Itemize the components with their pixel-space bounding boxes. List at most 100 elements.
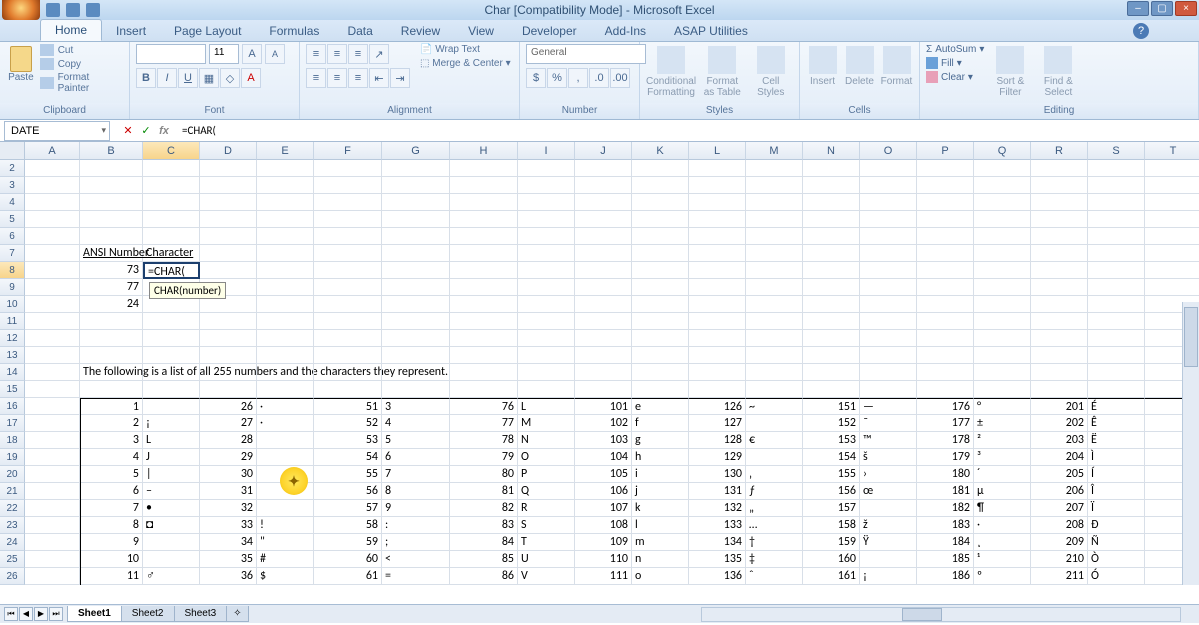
cell-C18[interactable]: L (143, 432, 200, 449)
cell-I2[interactable] (518, 160, 575, 177)
row-head-20[interactable]: 20 (0, 466, 25, 483)
cell-I9[interactable] (518, 279, 575, 296)
cell-E14[interactable] (257, 364, 314, 381)
cell-O24[interactable]: Ÿ (860, 534, 917, 551)
insert-cells-button[interactable]: Insert (806, 44, 839, 87)
cell-S19[interactable]: Ì (1088, 449, 1145, 466)
cell-B22[interactable]: 7 (80, 500, 143, 517)
cell-Q4[interactable] (974, 194, 1031, 211)
cell-S10[interactable] (1088, 296, 1145, 313)
cell-B12[interactable] (80, 330, 143, 347)
cell-L18[interactable]: 128 (689, 432, 746, 449)
cell-G13[interactable] (382, 347, 450, 364)
cell-K8[interactable] (632, 262, 689, 279)
cell-N15[interactable] (803, 381, 860, 398)
align-mid-icon[interactable]: ≡ (327, 44, 347, 64)
cell-F11[interactable] (314, 313, 382, 330)
cell-C8[interactable]: =CHAR( (143, 262, 200, 279)
cell-C21[interactable]: – (143, 483, 200, 500)
cell-I22[interactable]: R (518, 500, 575, 517)
cell-Q16[interactable]: ° (974, 398, 1031, 415)
cell-N2[interactable] (803, 160, 860, 177)
cell-O21[interactable]: œ (860, 483, 917, 500)
cell-M11[interactable] (746, 313, 803, 330)
cell-M25[interactable]: ‡ (746, 551, 803, 568)
row-head-17[interactable]: 17 (0, 415, 25, 432)
cell-G3[interactable] (382, 177, 450, 194)
cell-K2[interactable] (632, 160, 689, 177)
cell-R4[interactable] (1031, 194, 1088, 211)
cell-S7[interactable] (1088, 245, 1145, 262)
cell-D24[interactable]: 34 (200, 534, 257, 551)
sheet-nav-next-icon[interactable]: ▶ (34, 607, 48, 621)
cell-R23[interactable]: 208 (1031, 517, 1088, 534)
cell-D17[interactable]: 27 (200, 415, 257, 432)
cell-P16[interactable]: 176 (917, 398, 974, 415)
cell-H17[interactable]: 77 (450, 415, 518, 432)
cell-P3[interactable] (917, 177, 974, 194)
fill-color-button[interactable]: ◇ (220, 68, 240, 88)
cell-M6[interactable] (746, 228, 803, 245)
cell-H20[interactable]: 80 (450, 466, 518, 483)
cell-R13[interactable] (1031, 347, 1088, 364)
cell-G16[interactable]: 3 (382, 398, 450, 415)
cell-H4[interactable] (450, 194, 518, 211)
col-head-L[interactable]: L (689, 142, 746, 160)
col-head-D[interactable]: D (200, 142, 257, 160)
cell-S8[interactable] (1088, 262, 1145, 279)
cell-B23[interactable]: 8 (80, 517, 143, 534)
row-head-19[interactable]: 19 (0, 449, 25, 466)
cell-Q17[interactable]: ± (974, 415, 1031, 432)
cell-F16[interactable]: 51 (314, 398, 382, 415)
col-head-I[interactable]: I (518, 142, 575, 160)
cell-H16[interactable]: 76 (450, 398, 518, 415)
cell-J10[interactable] (575, 296, 632, 313)
cell-I12[interactable] (518, 330, 575, 347)
cell-A11[interactable] (25, 313, 80, 330)
cell-J13[interactable] (575, 347, 632, 364)
cell-P6[interactable] (917, 228, 974, 245)
cell-T8[interactable] (1145, 262, 1199, 279)
cell-G19[interactable]: 6 (382, 449, 450, 466)
cell-K10[interactable] (632, 296, 689, 313)
cell-G9[interactable] (382, 279, 450, 296)
row-head-18[interactable]: 18 (0, 432, 25, 449)
cell-L25[interactable]: 135 (689, 551, 746, 568)
cell-J3[interactable] (575, 177, 632, 194)
cell-H8[interactable] (450, 262, 518, 279)
cell-S26[interactable]: Ó (1088, 568, 1145, 585)
cell-O4[interactable] (860, 194, 917, 211)
cell-J8[interactable] (575, 262, 632, 279)
cell-M12[interactable] (746, 330, 803, 347)
cell-M26[interactable]: ˆ (746, 568, 803, 585)
cell-B21[interactable]: 6 (80, 483, 143, 500)
tab-review[interactable]: Review (387, 21, 454, 41)
cell-H6[interactable] (450, 228, 518, 245)
new-sheet-icon[interactable]: ✧ (226, 606, 248, 622)
minimize-button[interactable]: – (1127, 1, 1149, 16)
cell-G20[interactable]: 7 (382, 466, 450, 483)
cell-Q21[interactable]: µ (974, 483, 1031, 500)
cell-I15[interactable] (518, 381, 575, 398)
cell-P17[interactable]: 177 (917, 415, 974, 432)
cell-M9[interactable] (746, 279, 803, 296)
cell-G26[interactable]: = (382, 568, 450, 585)
fill-button[interactable]: Fill ▾ (926, 57, 984, 69)
cell-S2[interactable] (1088, 160, 1145, 177)
cell-F7[interactable] (314, 245, 382, 262)
col-head-T[interactable]: T (1145, 142, 1199, 160)
cell-M14[interactable] (746, 364, 803, 381)
cell-I16[interactable]: L (518, 398, 575, 415)
cell-O19[interactable]: š (860, 449, 917, 466)
cell-F17[interactable]: 52 (314, 415, 382, 432)
cell-N11[interactable] (803, 313, 860, 330)
cell-T4[interactable] (1145, 194, 1199, 211)
cell-I11[interactable] (518, 313, 575, 330)
cell-Q7[interactable] (974, 245, 1031, 262)
cell-O18[interactable]: ™ (860, 432, 917, 449)
cell-G17[interactable]: 4 (382, 415, 450, 432)
cell-O8[interactable] (860, 262, 917, 279)
cell-Q15[interactable] (974, 381, 1031, 398)
cell-A15[interactable] (25, 381, 80, 398)
cell-R5[interactable] (1031, 211, 1088, 228)
